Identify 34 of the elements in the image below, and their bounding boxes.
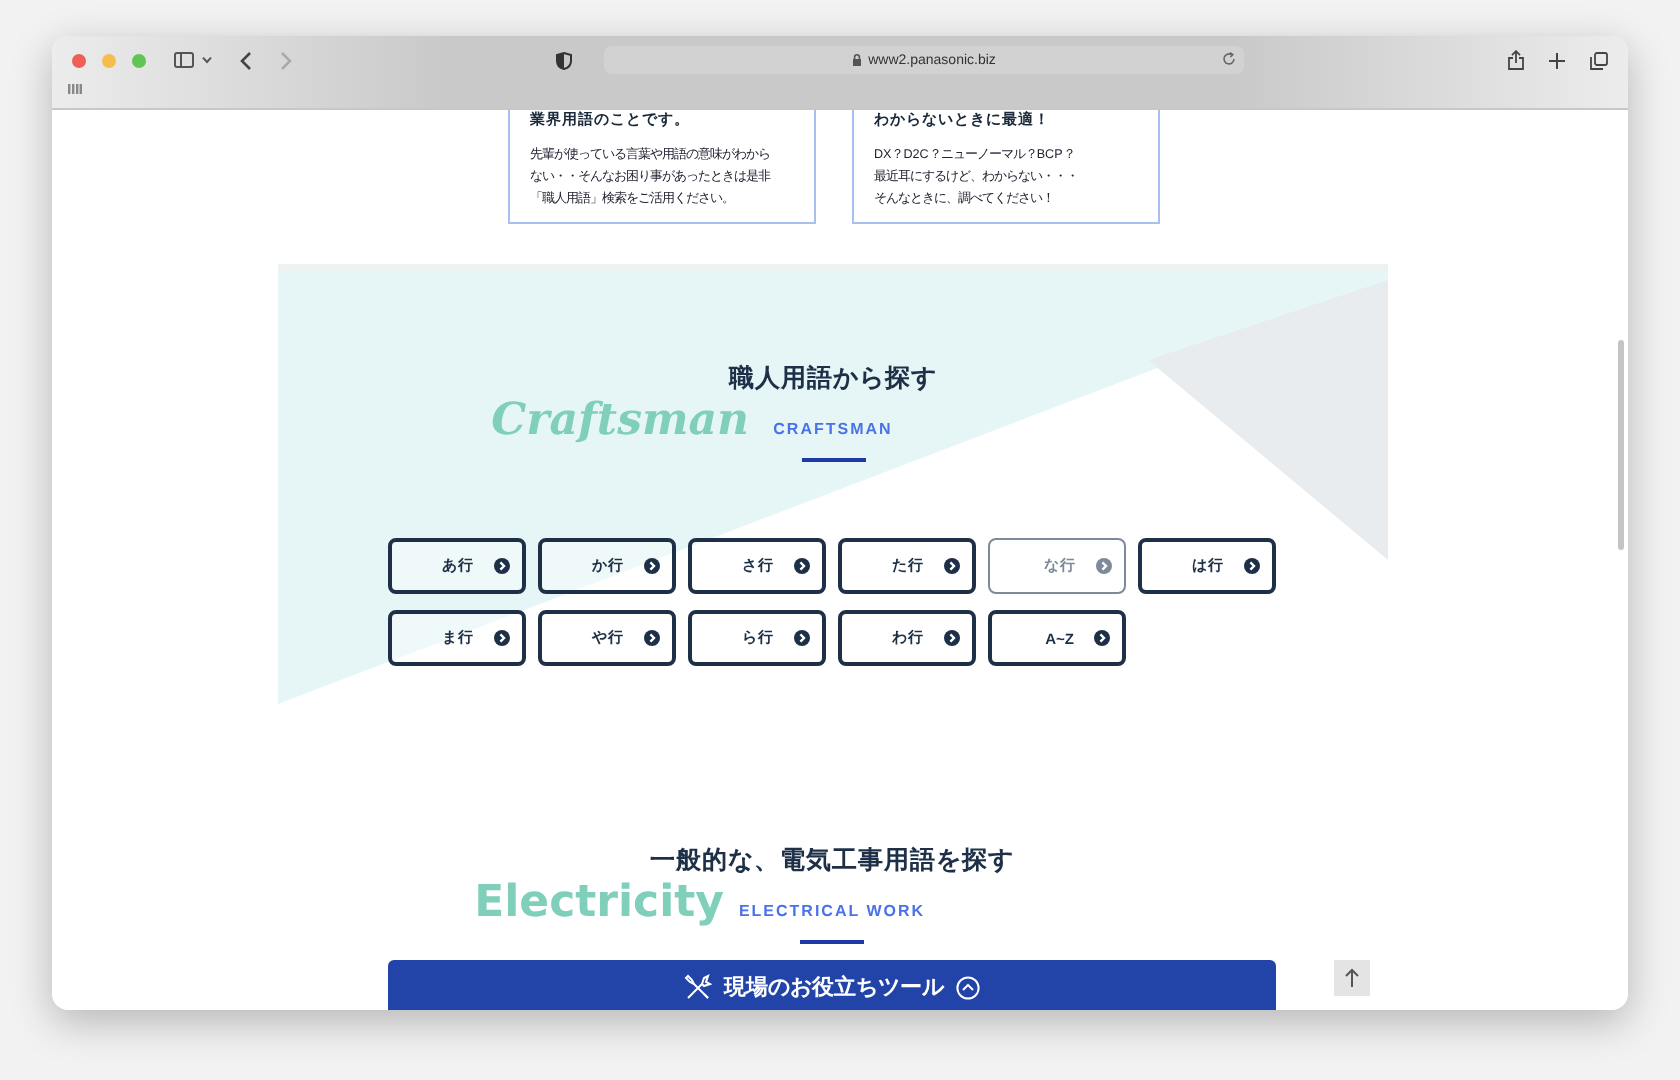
- lock-icon: [852, 54, 863, 66]
- arrow-circle-icon: [794, 630, 810, 646]
- arrow-circle-icon: [1096, 558, 1112, 574]
- arrow-circle-icon: [1244, 558, 1260, 574]
- arrow-up-icon: [1344, 968, 1360, 988]
- back-to-top-button[interactable]: [1334, 960, 1370, 996]
- arrow-circle-icon: [644, 558, 660, 574]
- close-button[interactable]: [72, 53, 86, 67]
- arrow-circle-icon: [494, 558, 510, 574]
- tabs-icon[interactable]: [1590, 51, 1608, 69]
- chevron-up-circle-icon: [956, 975, 980, 999]
- back-icon[interactable]: [240, 51, 252, 69]
- plus-icon[interactable]: [1548, 51, 1566, 69]
- sidebar-icon[interactable]: [174, 52, 194, 68]
- section-title: 一般的な、電気工事用語を探す: [650, 844, 1014, 878]
- watermark-text: Electricity: [474, 880, 724, 929]
- arrow-circle-icon: [494, 630, 510, 646]
- reload-icon[interactable]: [1222, 52, 1236, 66]
- tools-bar-button[interactable]: 現場のお役立ちツール: [388, 960, 1276, 1010]
- arrow-circle-icon: [944, 630, 960, 646]
- chevron-down-icon[interactable]: [202, 56, 212, 64]
- arrow-circle-icon: [944, 558, 960, 574]
- section-subtitle: CRAFTSMAN: [773, 420, 893, 438]
- scrollbar[interactable]: [1618, 340, 1624, 550]
- arrow-circle-icon: [794, 558, 810, 574]
- section-subtitle: ELECTRICAL WORK: [738, 902, 926, 920]
- shield-icon[interactable]: [556, 51, 572, 69]
- watermark-text: Craftsman: [491, 396, 749, 445]
- arrow-circle-icon: [644, 630, 660, 646]
- arrow-circle-icon: [1094, 630, 1110, 646]
- grid-icon[interactable]: [68, 84, 82, 94]
- share-icon[interactable]: [1508, 50, 1524, 70]
- tools-icon: [684, 973, 712, 1001]
- section-title: 職人用語から探す: [729, 362, 937, 396]
